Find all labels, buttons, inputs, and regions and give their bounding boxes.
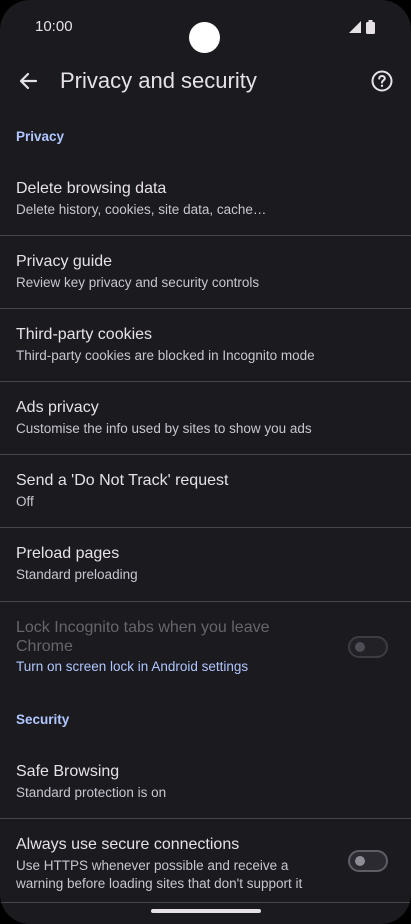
screen-lock-settings-link[interactable]: Turn on screen lock in Android settings [16,659,248,674]
lock-incognito-toggle [348,636,388,658]
setting-title-line2: Chrome [16,638,73,655]
setting-subtitle: Off [16,494,34,509]
status-time: 10:00 [35,18,73,35]
camera-cutout [189,22,220,53]
status-icons [348,20,375,34]
phone-screen: 10:00 Privacy and security Privacy Delet… [0,0,411,924]
page-title: Privacy and security [60,68,257,93]
setting-subtitle: Delete history, cookies, site data, cach… [16,202,267,217]
divider [0,902,411,903]
setting-privacy-guide[interactable]: Privacy guide Review key privacy and sec… [0,236,411,308]
setting-subtitle: Review key privacy and security controls [16,275,260,290]
battery-icon [366,20,375,34]
setting-secure-connections[interactable]: Always use secure connections Use HTTPS … [0,819,411,901]
setting-subtitle-line1: Use HTTPS whenever possible and receive … [16,858,289,873]
gesture-nav-handle[interactable] [151,909,261,913]
setting-third-party-cookies[interactable]: Third-party cookies Third-party cookies … [0,309,411,381]
setting-preload-pages[interactable]: Preload pages Standard preloading [0,528,411,601]
setting-subtitle: Standard preloading [16,567,138,582]
setting-title: Third-party cookies [16,326,153,343]
app-bar: Privacy and security [0,56,411,108]
toggle-knob [355,642,365,652]
setting-subtitle: Third-party cookies are blocked in Incog… [16,348,315,363]
setting-title: Ads privacy [16,399,99,416]
setting-do-not-track[interactable]: Send a 'Do Not Track' request Off [0,455,411,527]
back-button[interactable] [14,66,44,96]
setting-title: Preload pages [16,545,120,562]
setting-title: Privacy guide [16,253,113,270]
setting-delete-browsing-data[interactable]: Delete browsing data Delete history, coo… [0,164,411,235]
setting-title: Always use secure connections [16,836,240,853]
setting-title: Delete browsing data [16,180,167,197]
status-bar: 10:00 [0,0,411,54]
setting-safe-browsing[interactable]: Safe Browsing Standard protection is on [0,746,411,818]
setting-title-line1: Lock Incognito tabs when you leave [16,619,270,636]
setting-subtitle: Customise the info used by sites to show… [16,421,312,436]
back-arrow-icon [19,72,38,90]
signal-icon [349,21,361,33]
setting-subtitle-line2: warning before loading sites that don't … [16,876,303,891]
section-header-privacy: Privacy [16,129,65,144]
setting-ads-privacy[interactable]: Ads privacy Customise the info used by s… [0,382,411,454]
setting-title: Send a 'Do Not Track' request [16,472,229,489]
toggle-knob [355,856,365,866]
help-icon [371,70,393,92]
section-header-security: Security [16,712,70,727]
setting-title: Safe Browsing [16,763,120,780]
setting-lock-incognito-tabs: Lock Incognito tabs when you leave Chrom… [0,602,411,692]
setting-subtitle: Standard protection is on [16,785,167,800]
secure-connections-toggle[interactable] [348,850,388,872]
help-button[interactable] [367,66,397,96]
